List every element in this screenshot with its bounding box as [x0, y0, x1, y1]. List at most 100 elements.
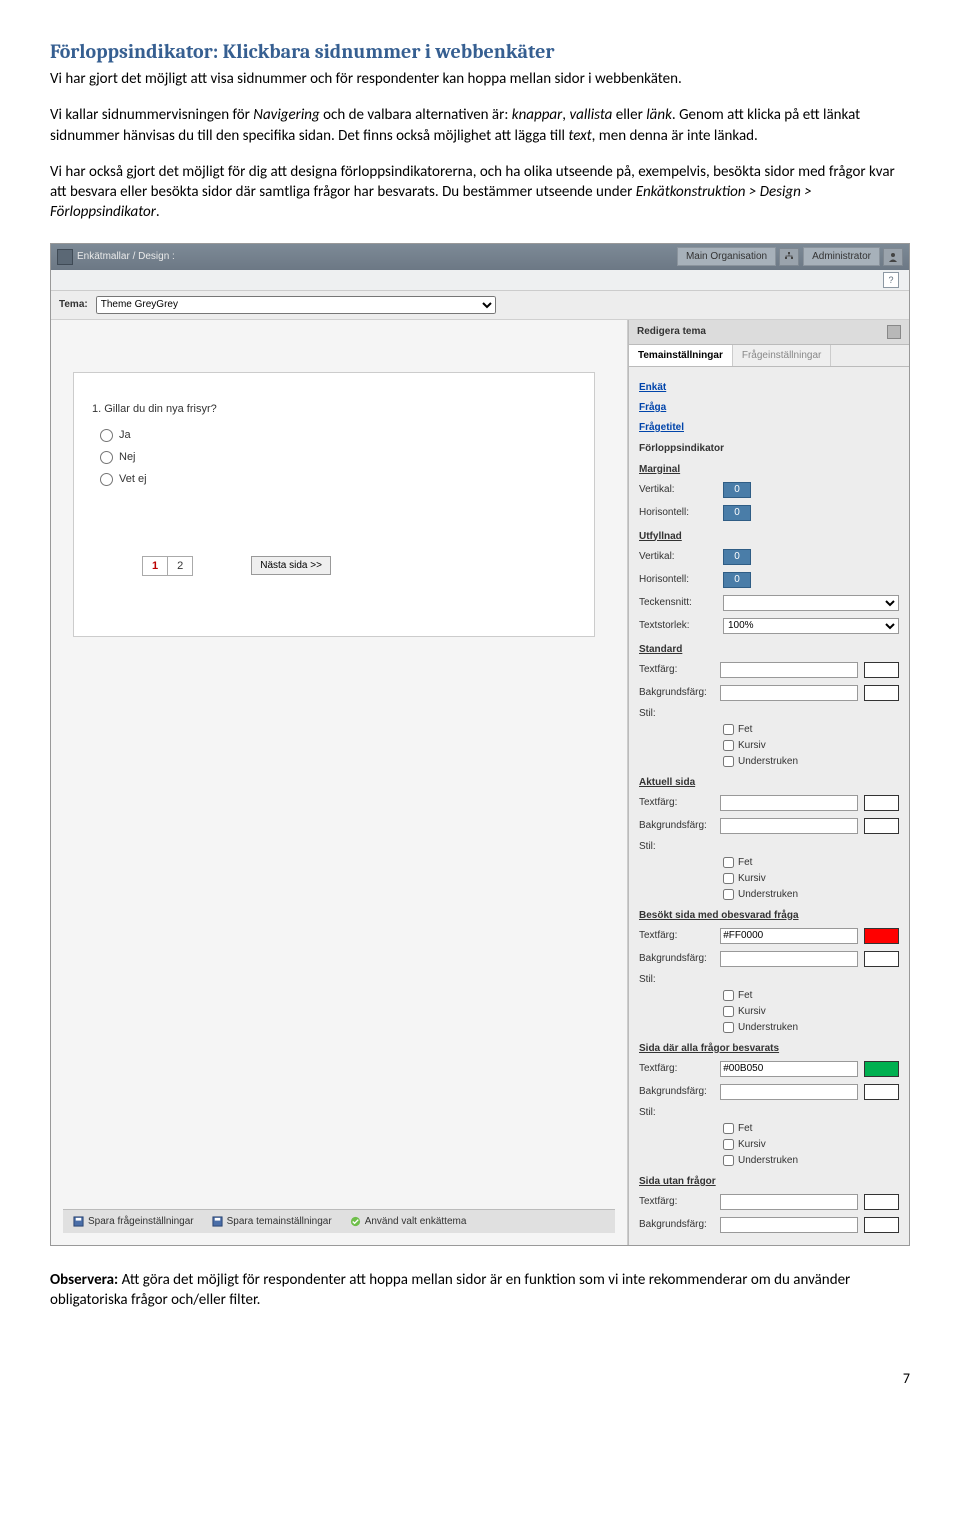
checkbox[interactable] — [723, 990, 734, 1001]
swatch-akt-bg[interactable] — [864, 818, 899, 834]
check-label: Fet — [738, 1123, 752, 1134]
main-org-button[interactable]: Main Organisation — [677, 247, 776, 266]
checkbox[interactable] — [723, 756, 734, 767]
checkbox[interactable] — [723, 724, 734, 735]
check-label: Understruken — [738, 1022, 798, 1033]
save-theme-settings-button[interactable]: Spara temainställningar — [208, 1214, 336, 1229]
swatch-bo-text[interactable] — [864, 928, 899, 944]
label-stil: Stil: — [639, 1107, 717, 1118]
radio-option-nej[interactable]: Nej — [100, 451, 576, 464]
select-teckensnitt[interactable] — [723, 595, 899, 611]
check-label: Fet — [738, 990, 752, 1001]
row-textstorlek: Textstorlek: 100% — [639, 618, 899, 634]
swatch-std-text[interactable] — [864, 662, 899, 678]
check-ab-kursiv[interactable]: Kursiv — [723, 1139, 899, 1150]
input-std-textfarg[interactable] — [720, 662, 858, 678]
label-bakgrundsfarg: Bakgrundsfärg: — [639, 687, 714, 698]
swatch-uf-bg[interactable] — [864, 1217, 899, 1233]
check-ab-understruken[interactable]: Understruken — [723, 1155, 899, 1166]
check-bo-understruken[interactable]: Understruken — [723, 1022, 899, 1033]
app-footer: Spara frågeinställningar Spara temainstä… — [63, 1209, 615, 1233]
label-textstorlek: Textstorlek: — [639, 620, 717, 631]
admin-button[interactable]: Administrator — [803, 247, 880, 266]
doc-heading: Förloppsindikator: Klickbara sidnummer i… — [50, 40, 910, 63]
tema-select[interactable]: Theme GreyGrey — [96, 296, 496, 314]
checkbox[interactable] — [723, 889, 734, 900]
tab-theme-settings[interactable]: Temainställningar — [629, 345, 733, 366]
check-akt-kursiv[interactable]: Kursiv — [723, 873, 899, 884]
doc-paragraph-2: Vi kallar sidnummervisningen för Naviger… — [50, 105, 910, 146]
checkbox[interactable] — [723, 1123, 734, 1134]
radio-input[interactable] — [100, 429, 113, 442]
link-fraga[interactable]: Fråga — [639, 402, 899, 413]
checkbox[interactable] — [723, 740, 734, 751]
check-std-understruken[interactable]: Understruken — [723, 756, 899, 767]
tab-question-settings[interactable]: Frågeinställningar — [733, 345, 832, 366]
radio-option-vetej[interactable]: Vet ej — [100, 473, 576, 486]
p2-part-a: Vi kallar sidnummervisningen för — [50, 106, 253, 124]
radio-label: Nej — [119, 451, 136, 463]
check-std-fet[interactable]: Fet — [723, 724, 899, 735]
check-ab-fet[interactable]: Fet — [723, 1123, 899, 1134]
label-horisontell: Horisontell: — [639, 574, 717, 585]
radio-input[interactable] — [100, 473, 113, 486]
checkbox[interactable] — [723, 1155, 734, 1166]
input-uf-textfarg[interactable] — [720, 1194, 858, 1210]
apply-theme-button[interactable]: Använd valt enkättema — [346, 1214, 471, 1229]
input-utfyllnad-vertikal[interactable]: 0 — [723, 549, 751, 565]
input-akt-textfarg[interactable] — [720, 795, 858, 811]
swatch-ab-text[interactable] — [864, 1061, 899, 1077]
input-akt-bakgrund[interactable] — [720, 818, 858, 834]
swatch-std-bg[interactable] — [864, 685, 899, 701]
checkbox[interactable] — [723, 1006, 734, 1017]
check-std-kursiv[interactable]: Kursiv — [723, 740, 899, 751]
row-bo-bakgrund: Bakgrundsfärg: — [639, 951, 899, 967]
save-question-settings-button[interactable]: Spara frågeinställningar — [69, 1214, 198, 1229]
pager-page-1[interactable]: 1 — [143, 557, 168, 575]
collapse-icon[interactable] — [887, 325, 901, 339]
checkbox[interactable] — [723, 873, 734, 884]
check-akt-understruken[interactable]: Understruken — [723, 889, 899, 900]
input-bo-textfarg[interactable] — [720, 928, 858, 944]
radio-option-ja[interactable]: Ja — [100, 429, 576, 442]
user-icon[interactable] — [883, 248, 903, 266]
check-label: Fet — [738, 857, 752, 868]
select-textstorlek[interactable]: 100% — [723, 618, 899, 634]
swatch-akt-text[interactable] — [864, 795, 899, 811]
checkbox[interactable] — [723, 1022, 734, 1033]
side-content: Enkät Fråga Frågetitel Förloppsindikator… — [629, 367, 909, 1245]
swatch-ab-bg[interactable] — [864, 1084, 899, 1100]
org-tree-icon[interactable] — [779, 248, 799, 266]
checkbox[interactable] — [723, 1139, 734, 1150]
radio-input[interactable] — [100, 451, 113, 464]
page-number: 7 — [50, 1370, 910, 1387]
input-ab-bakgrund[interactable] — [720, 1084, 858, 1100]
label-bakgrundsfarg: Bakgrundsfärg: — [639, 1086, 714, 1097]
help-icon[interactable]: ? — [883, 272, 899, 288]
input-marginal-vertikal[interactable]: 0 — [723, 482, 751, 498]
app-themebar: Tema: Theme GreyGrey — [51, 291, 909, 320]
check-bo-kursiv[interactable]: Kursiv — [723, 1006, 899, 1017]
link-fragetitel[interactable]: Frågetitel — [639, 422, 899, 433]
swatch-bo-bg[interactable] — [864, 951, 899, 967]
input-utfyllnad-horisontell[interactable]: 0 — [723, 572, 751, 588]
pager-page-2[interactable]: 2 — [168, 557, 192, 575]
check-icon — [350, 1216, 361, 1227]
next-page-button[interactable]: Nästa sida >> — [251, 556, 331, 575]
check-akt-fet[interactable]: Fet — [723, 857, 899, 868]
checkbox[interactable] — [723, 857, 734, 868]
row-akt-stil: Stil: — [639, 841, 899, 852]
check-bo-fet[interactable]: Fet — [723, 990, 899, 1001]
input-bo-bakgrund[interactable] — [720, 951, 858, 967]
input-ab-textfarg[interactable] — [720, 1061, 858, 1077]
question-text: Gillar du din nya frisyr? — [104, 403, 217, 415]
link-enkat[interactable]: Enkät — [639, 382, 899, 393]
row-teckensnitt: Teckensnitt: — [639, 595, 899, 611]
label-horisontell: Horisontell: — [639, 507, 717, 518]
input-marginal-horisontell[interactable]: 0 — [723, 505, 751, 521]
input-std-bakgrund[interactable] — [720, 685, 858, 701]
swatch-uf-text[interactable] — [864, 1194, 899, 1210]
label-teckensnitt: Teckensnitt: — [639, 597, 717, 608]
p2-part-d: eller — [612, 106, 646, 124]
input-uf-bakgrund[interactable] — [720, 1217, 858, 1233]
